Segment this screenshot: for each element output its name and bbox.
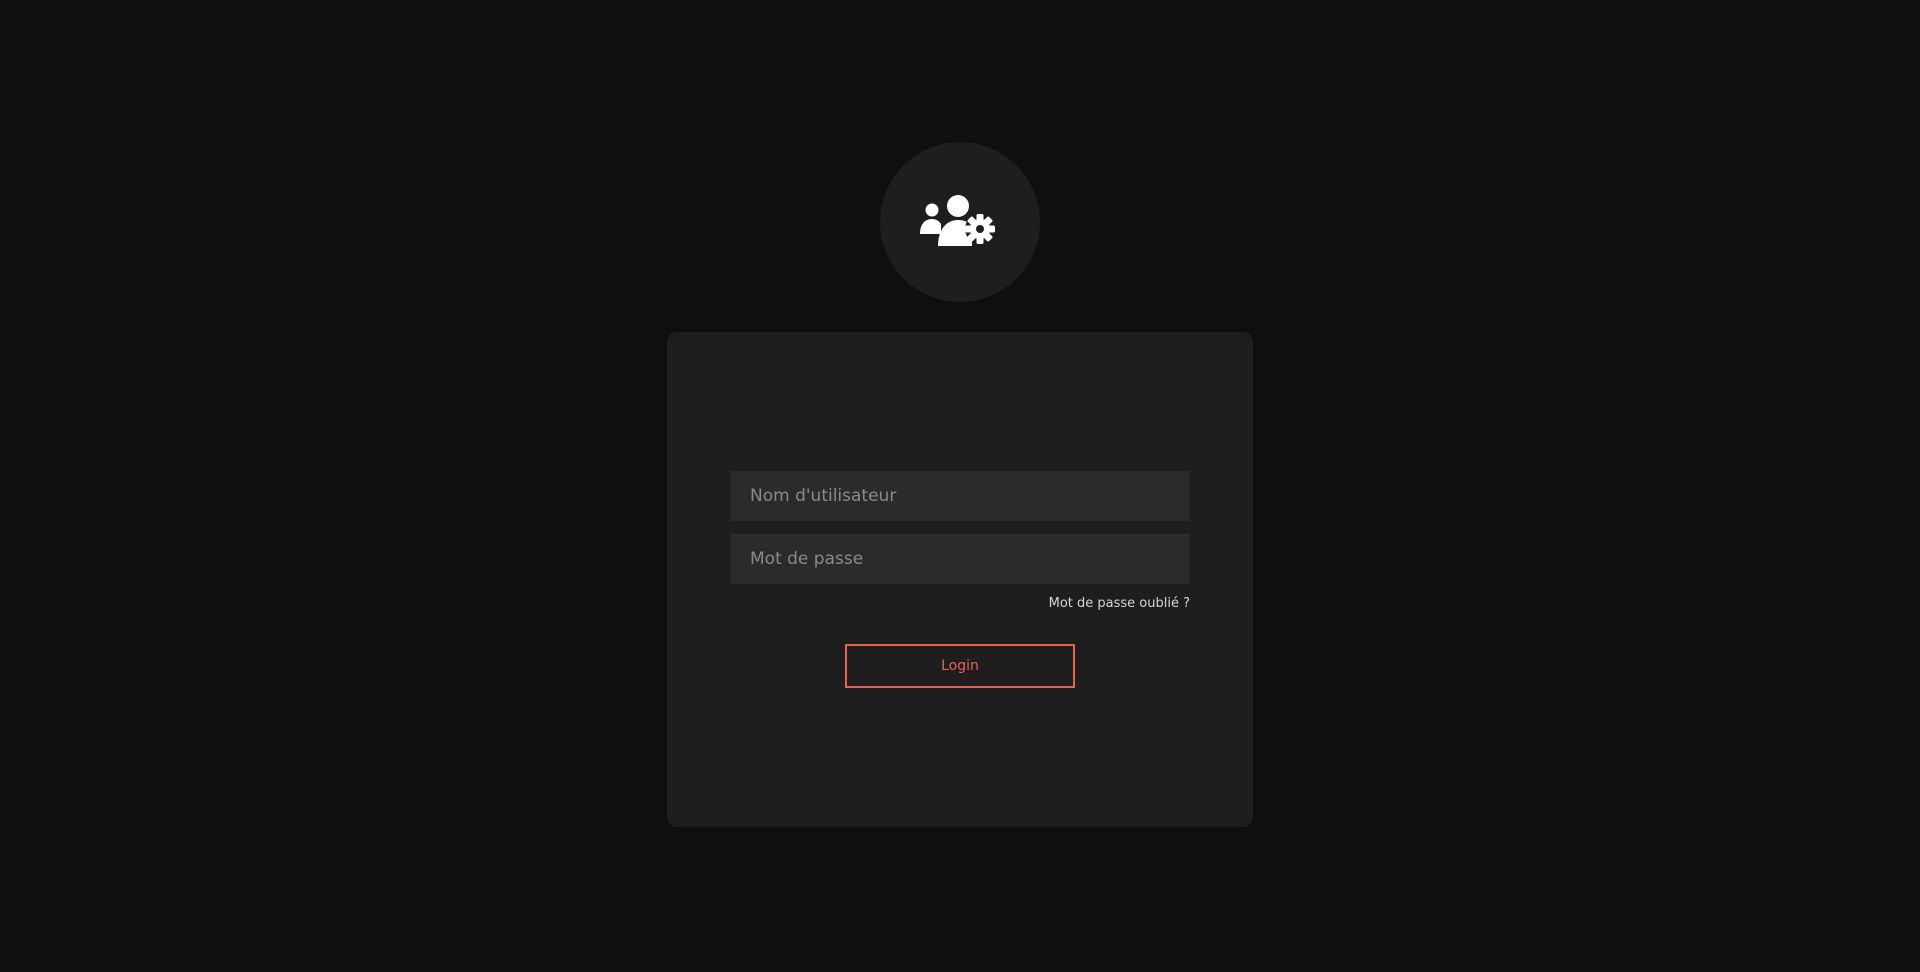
password-input[interactable]	[730, 534, 1190, 584]
username-input[interactable]	[730, 471, 1190, 521]
users-gear-icon	[920, 195, 995, 246]
forgot-password-link[interactable]: Mot de passe oublié ?	[1049, 596, 1190, 611]
login-button[interactable]: Login	[845, 644, 1075, 688]
avatar	[880, 142, 1040, 302]
login-page: Mot de passe oublié ? Login	[0, 0, 1920, 972]
login-card: Mot de passe oublié ? Login	[667, 332, 1253, 827]
